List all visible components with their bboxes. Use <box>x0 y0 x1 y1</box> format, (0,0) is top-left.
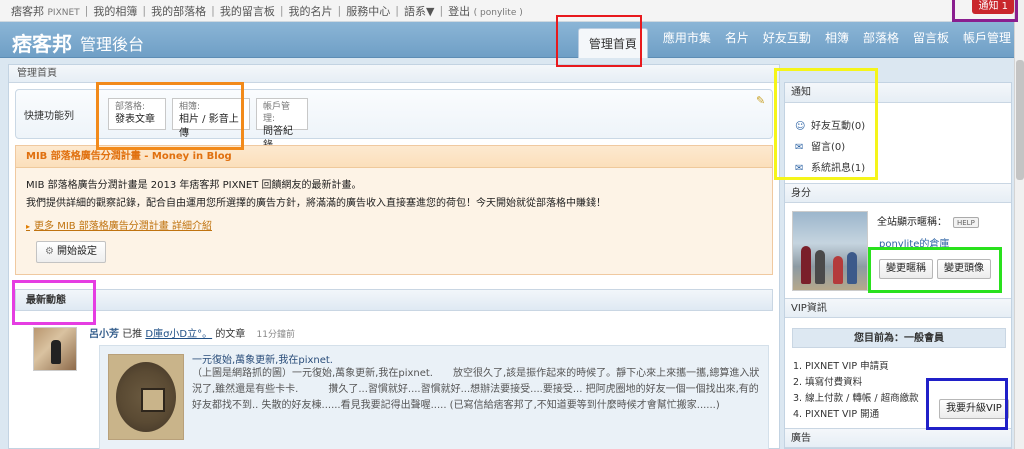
news-timestamp: 11分鐘前 <box>256 330 295 340</box>
top-link-blog[interactable]: 我的部落格 <box>146 3 211 19</box>
profile-title: 身分 <box>785 183 1011 203</box>
start-setup-button[interactable]: ⚙ 開始設定 <box>36 241 106 263</box>
vip-step-4: 4. PIXNET VIP 開通 <box>793 409 880 420</box>
page-title: 管理首頁 <box>9 65 779 83</box>
tab-friends[interactable]: 好友互動 <box>756 22 818 58</box>
change-avatar-button[interactable]: 變更頭像 <box>937 259 991 279</box>
mib-title: MIB 部落格廣告分潤計畫 - Money in Blog <box>16 146 772 168</box>
top-link-language[interactable]: 語系▼ <box>399 3 439 19</box>
vip-step-1: 1. PIXNET VIP 申請頁 <box>793 361 889 372</box>
top-link-service[interactable]: 服務中心 <box>341 3 395 19</box>
tab-album[interactable]: 相簿 <box>818 22 856 58</box>
vip-status: 您目前為：一般會員 <box>792 328 1006 348</box>
vip-title: VIP資訊 <box>785 298 1011 318</box>
tab-card[interactable]: 名片 <box>718 22 756 58</box>
nickname-value: ponylite的倉庫 <box>879 239 950 250</box>
profile-photo[interactable] <box>792 211 868 291</box>
news-header: 呂小芳 已推 D庫σ小D立°。 的文章 11分鐘前 <box>89 329 295 340</box>
upgrade-vip-button[interactable]: 我要升級VIP <box>939 399 1009 419</box>
top-link-album[interactable]: 我的相簿 <box>88 3 142 19</box>
mib-more-link[interactable]: ▸ 更多 MIB 部落格廣告分潤計畫 詳細介紹 <box>26 217 212 232</box>
nav-tabs: 管理首頁 應用市集 名片 好友互動 相簿 部落格 留言板 帳戶管理 <box>570 22 1018 58</box>
mib-description-1: MIB 部落格廣告分潤計畫是 2013 年痞客邦 PIXNET 回饋網友的最新計… <box>26 180 362 191</box>
change-nickname-button[interactable]: 變更暱稱 <box>879 259 933 279</box>
ad-title: 廣告 <box>785 428 1011 448</box>
tab-account[interactable]: 帳戶管理 <box>956 22 1018 58</box>
mib-description-2: 我們提供詳細的觀察記錄，配合自由運用您所選擇的廣告方針，將滿滿的廣告收入直接塞進… <box>26 198 606 209</box>
news-card-title[interactable]: 一元復始,萬象更新,我在pixnet. <box>192 351 333 366</box>
top-link-logout[interactable]: 登出 ( ponylite ) <box>443 3 528 19</box>
nickname-label: 全站顯示暱稱： HELP <box>877 213 979 228</box>
scrollbar[interactable] <box>1014 0 1024 449</box>
quick-bar-label: 快捷功能列 <box>24 111 74 122</box>
tab-admin-home[interactable]: 管理首頁 <box>577 28 648 58</box>
latest-news-title: 最新動態 <box>15 289 773 311</box>
news-user-link[interactable]: 呂小芳 <box>89 329 119 340</box>
vip-step-3: 3. 線上付款 / 轉帳 / 超商繳款 <box>793 393 919 404</box>
speech-bubble-icon: ✉ <box>795 142 804 153</box>
pencil-icon[interactable]: ✎ <box>756 94 768 107</box>
qa-record-button[interactable]: 帳戶管理: 問答紀錄 <box>256 98 308 151</box>
admin-title: 管理後台 <box>80 35 145 54</box>
avatar[interactable] <box>33 327 77 371</box>
main-panel: 管理首頁 快捷功能列 部落格: 發表文章 相簿: 相片 / 影音上傳 帳戶管理:… <box>8 64 780 449</box>
top-link-bar: 痞客邦 PIXNET | 我的相簿 | 我的部落格 | 我的留言板 | 我的名片 | 服務… <box>0 0 1024 22</box>
notify-friends[interactable]: ☺ 好友互動(0) <box>795 117 865 133</box>
top-link-card[interactable]: 我的名片 <box>284 3 338 19</box>
arrow-right-icon: ▸ <box>26 222 31 231</box>
post-article-button[interactable]: 部落格: 發表文章 <box>108 98 166 130</box>
news-card: 一元復始,萬象更新,我在pixnet. （上圖是網路抓的圖）一元復始,萬象更新,… <box>99 345 769 449</box>
vip-step-2: 2. 填寫付費資料 <box>793 377 863 388</box>
news-card-body: （上圖是網路抓的圖）一元復始,萬象更新,我在pixnet. 放空很久了,該是振作… <box>192 368 760 411</box>
news-article-link[interactable]: D庫σ小D立°。 <box>145 329 212 340</box>
mib-promo-panel: MIB 部落格廣告分潤計畫 - Money in Blog MIB 部落格廣告分… <box>15 145 773 275</box>
tab-app-market[interactable]: 應用市集 <box>656 22 718 58</box>
friends-icon: ☺ <box>795 121 806 132</box>
upload-media-button[interactable]: 相簿: 相片 / 影音上傳 <box>172 98 250 139</box>
tab-blog[interactable]: 部落格 <box>856 22 906 58</box>
news-thumbnail[interactable] <box>108 354 184 440</box>
main-header: 痞客邦 管理後台 管理首頁 應用市集 名片 好友互動 相簿 部落格 留言板 帳戶… <box>0 22 1024 58</box>
scrollbar-thumb[interactable] <box>1016 60 1024 180</box>
right-sidebar: 通知 ☺ 好友互動(0) ✉ 留言(0) ✉ 系統訊息(1) 身分 全站顯示暱稱： HE… <box>784 82 1012 449</box>
top-link-pixnet[interactable]: 痞客邦 PIXNET <box>6 3 85 19</box>
pixnet-logo[interactable]: 痞客邦 <box>12 28 72 57</box>
notify-title: 通知 <box>785 83 1011 103</box>
divider <box>96 94 97 134</box>
mail-icon: ✉ <box>795 163 804 174</box>
help-icon[interactable]: HELP <box>953 216 979 228</box>
tab-guestbook[interactable]: 留言板 <box>906 22 956 58</box>
notify-messages[interactable]: ✉ 留言(0) <box>795 138 845 154</box>
notification-badge[interactable]: 通知 1 <box>972 0 1014 14</box>
gear-icon: ⚙ <box>45 246 54 257</box>
quick-function-bar: 快捷功能列 部落格: 發表文章 相簿: 相片 / 影音上傳 帳戶管理: 問答紀錄… <box>15 89 773 151</box>
notify-system[interactable]: ✉ 系統訊息(1) <box>795 159 865 175</box>
top-link-guestbook[interactable]: 我的留言板 <box>215 3 280 19</box>
